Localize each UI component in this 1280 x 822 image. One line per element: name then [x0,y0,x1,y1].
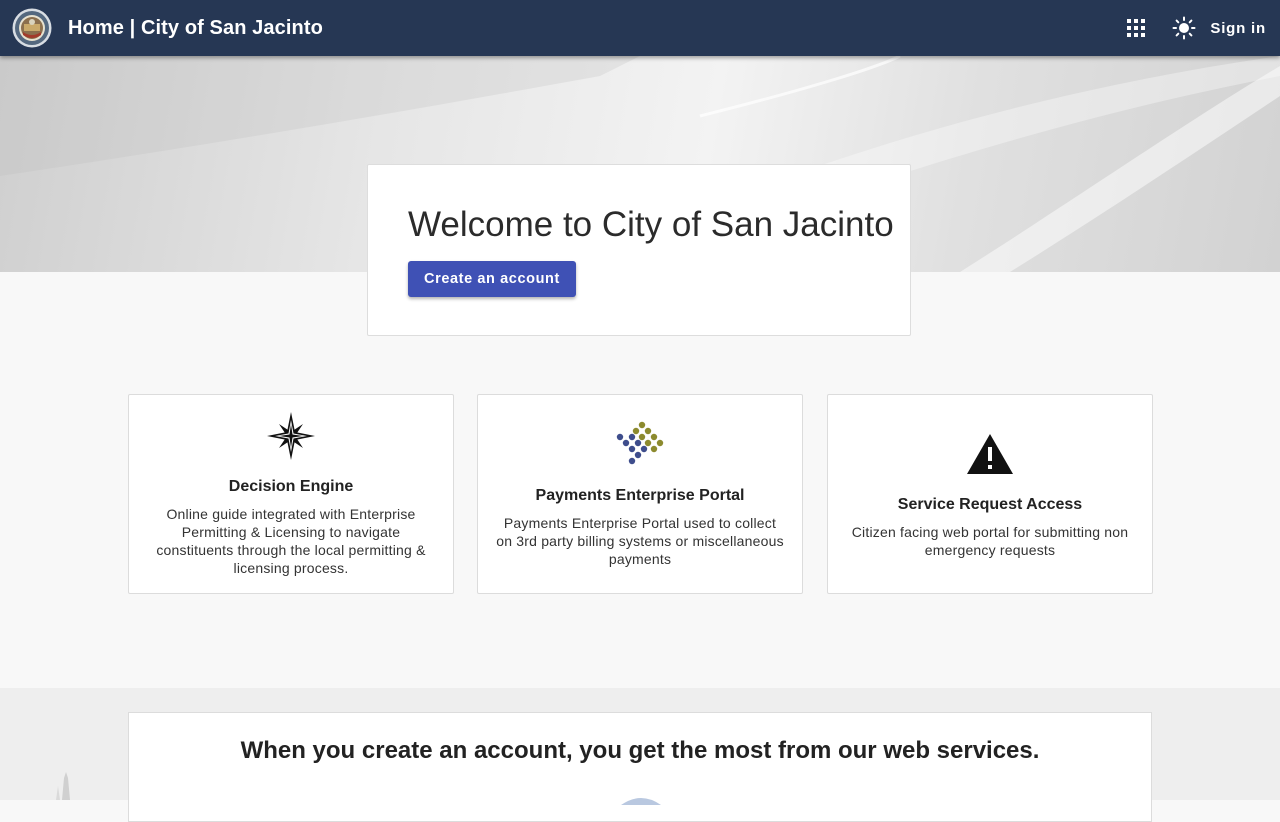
payments-dots-icon [616,421,664,465]
service-description: Payments Enterprise Portal used to colle… [496,515,784,567]
apps-grid-icon [1127,19,1146,37]
service-title: Payments Enterprise Portal [535,487,745,504]
sun-icon [1172,16,1196,40]
service-card-service-request[interactable]: Service Request Access Citizen facing we… [827,394,1153,594]
header-actions: Sign in [1112,0,1280,56]
apps-button[interactable] [1112,4,1160,52]
benefits-title: When you create an account, you get the … [240,737,1040,764]
top-app-bar: Home | City of San Jacinto Sign in [0,0,1280,56]
service-card-decision-engine[interactable]: Decision Engine Online guide integrated … [128,394,454,594]
service-description: Online guide integrated with Enterprise … [156,506,426,576]
compass-star-icon [267,412,315,460]
welcome-title: Welcome to City of San Jacinto [408,205,894,244]
service-description: Citizen facing web portal for submitting… [851,524,1129,558]
benefits-card: When you create an account, you get the … [128,712,1152,822]
warning-triangle-icon [967,434,1013,474]
site-title[interactable]: Home | City of San Jacinto [68,0,323,56]
theme-toggle-button[interactable] [1160,4,1208,52]
service-title: Decision Engine [228,478,354,495]
create-account-button[interactable]: Create an account [408,261,576,297]
service-card-payments-portal[interactable]: Payments Enterprise Portal Payments Ente… [477,394,803,594]
benefits-illustration-icon [621,798,661,805]
welcome-card: Welcome to City of San Jacinto Create an… [367,164,911,336]
sign-in-link[interactable]: Sign in [1210,20,1266,37]
decorative-building-graphic [56,772,70,800]
service-title: Service Request Access [897,496,1083,513]
city-seal-logo[interactable] [12,8,52,48]
